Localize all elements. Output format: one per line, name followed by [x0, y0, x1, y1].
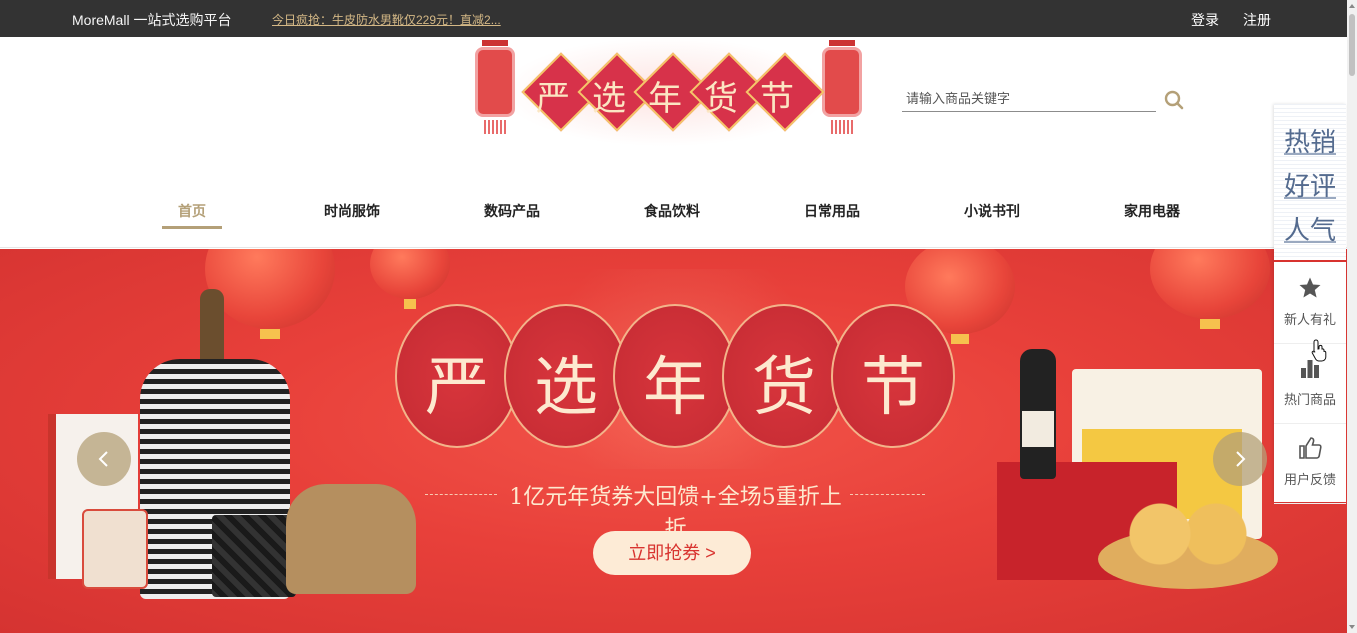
search-input[interactable] [902, 86, 1156, 111]
lantern-icon [205, 249, 335, 339]
hot-tag-popular[interactable]: 人气 [1284, 210, 1336, 247]
lantern-icon [370, 249, 450, 309]
top-bar: MoreMall 一站式选购平台 今日疯抢：牛皮防水男靴仅229元！直减2...… [0, 0, 1347, 37]
scroll-up-arrow-icon[interactable] [1349, 4, 1355, 8]
scroll-down-arrow-icon[interactable] [1349, 625, 1355, 629]
hot-products-label: 热门商品 [1283, 392, 1336, 407]
boots-image [286, 484, 416, 594]
festival-logo[interactable]: 严 选 年 货 节 [470, 37, 865, 157]
chevron-left-icon[interactable] [77, 432, 131, 486]
scrollbar-thumb[interactable] [1349, 14, 1355, 76]
nav-item-digital[interactable]: 数码产品 [472, 201, 552, 221]
star-icon [1299, 277, 1321, 298]
title-char: 选 [534, 351, 598, 425]
logo-title: 严 选 年 货 节 [521, 52, 825, 137]
hero-banner[interactable]: 严 选 年 货 节 1亿元年货券大回馈+全场5重折上折 立即抢券 > [0, 249, 1347, 633]
hot-tag-top-rated[interactable]: 好评 [1284, 166, 1336, 203]
feedback-label: 用户反馈 [1283, 472, 1336, 487]
hand-cursor-icon [1311, 339, 1327, 362]
chevron-right-icon[interactable] [1213, 432, 1267, 486]
nav-item-home[interactable]: 首页 [152, 201, 232, 221]
promo-link[interactable]: 今日疯抢：牛皮防水男靴仅229元！直减2... [272, 11, 501, 28]
logo-char: 节 [760, 79, 794, 119]
hot-tag-bestseller[interactable]: 热销 [1284, 122, 1336, 159]
login-link[interactable]: 登录 [1191, 10, 1219, 30]
title-char: 节 [861, 351, 925, 425]
wine-bottle-image [1020, 349, 1056, 479]
lantern-icon [1150, 249, 1270, 329]
banner-title: 严 选 年 货 节 [395, 304, 955, 454]
logo-char: 选 [592, 79, 626, 119]
nav-active-indicator [162, 226, 222, 229]
lantern-right-icon [822, 40, 862, 134]
new-user-gift-button[interactable]: 新人有礼 [1274, 264, 1346, 344]
side-panel: 热销 好评 人气 新人有礼 热门商品 用户反馈 [1274, 104, 1346, 504]
search-box [902, 86, 1156, 112]
site-brand[interactable]: MoreMall 一站式选购平台 [72, 10, 231, 30]
hot-products-button[interactable]: 热门商品 [1274, 344, 1346, 424]
title-char: 严 [425, 351, 489, 425]
claim-coupon-button[interactable]: 立即抢券 > [593, 531, 751, 575]
page-scrollbar[interactable] [1347, 0, 1357, 633]
logo-char: 年 [648, 79, 682, 119]
title-char: 货 [752, 351, 816, 425]
candy-jar-image [82, 509, 148, 589]
nav-item-daily[interactable]: 日常用品 [792, 201, 872, 221]
lantern-left-icon [475, 40, 515, 134]
banner-subtitle: 1亿元年货券大回馈+全场5重折上折 [425, 477, 925, 542]
nav-item-books[interactable]: 小说书刊 [952, 201, 1032, 221]
search-icon[interactable] [1164, 90, 1184, 110]
nav-item-food[interactable]: 食品饮料 [632, 201, 712, 221]
register-link[interactable]: 注册 [1243, 10, 1271, 30]
handbag-image [212, 515, 296, 597]
logo-char: 货 [704, 79, 738, 119]
thumbs-up-icon [1299, 437, 1322, 459]
feedback-button[interactable]: 用户反馈 [1274, 424, 1346, 504]
main-nav: 首页 时尚服饰 数码产品 食品饮料 日常用品 小说书刊 家用电器 [0, 190, 1347, 248]
nav-item-fashion[interactable]: 时尚服饰 [312, 201, 392, 221]
mannequin-stand [200, 289, 224, 369]
new-user-gift-label: 新人有礼 [1283, 312, 1336, 327]
divider [850, 494, 925, 495]
mooncake-plate-image [1098, 499, 1278, 589]
logo-char: 严 [536, 79, 570, 119]
nav-item-appliances[interactable]: 家用电器 [1112, 201, 1192, 221]
title-char: 年 [643, 351, 707, 425]
hot-tags[interactable]: 热销 好评 人气 [1274, 104, 1346, 262]
divider [425, 494, 497, 495]
